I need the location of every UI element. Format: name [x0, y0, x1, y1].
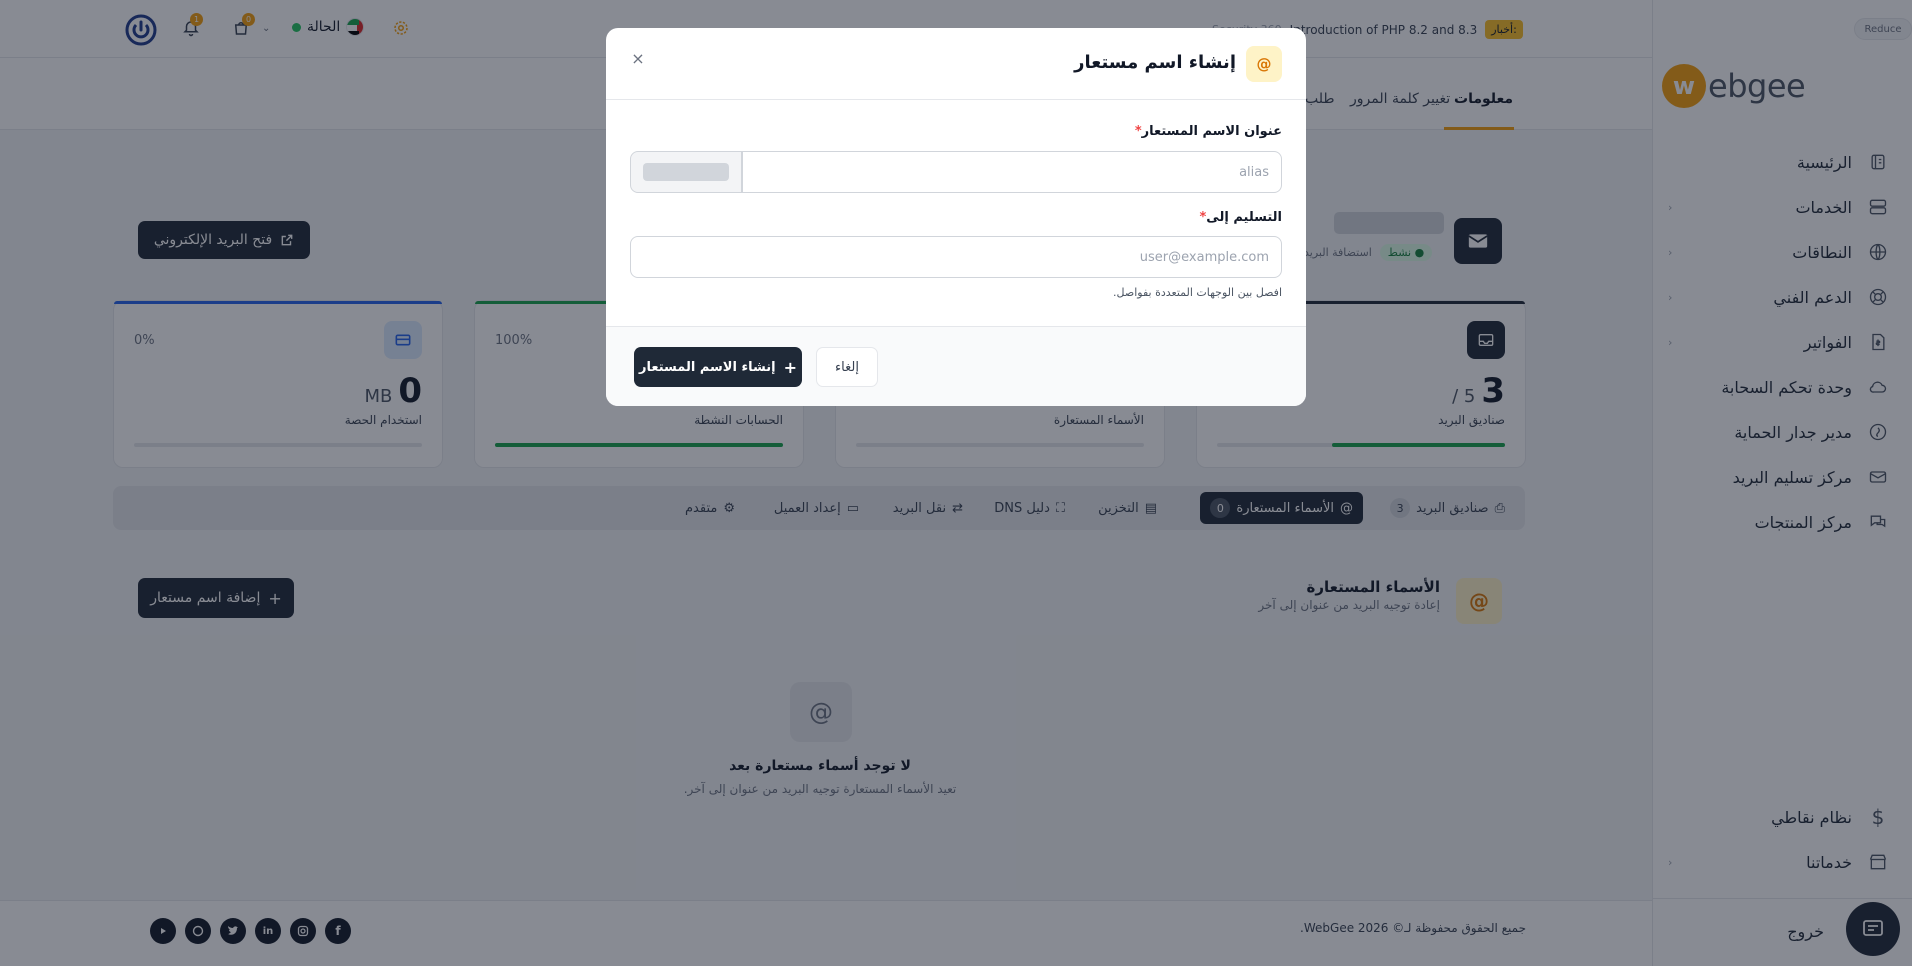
domain-suffix: [630, 151, 742, 193]
at-icon: @: [1246, 46, 1282, 82]
alias-input[interactable]: [742, 151, 1282, 193]
create-alias-button[interactable]: + إنشاء الاسم المستعار: [634, 347, 802, 387]
create-alias-label: إنشاء الاسم المستعار: [639, 359, 776, 375]
deliver-to-label: التسليم إلى*: [1199, 210, 1282, 225]
create-alias-dialog: @ إنشاء اسم مستعار × عنوان الاسم المستعا…: [606, 28, 1306, 406]
dialog-header: @ إنشاء اسم مستعار ×: [606, 28, 1306, 100]
dialog-title: إنشاء اسم مستعار: [1074, 52, 1236, 73]
plus-icon: +: [783, 357, 797, 377]
close-icon[interactable]: ×: [628, 48, 648, 68]
deliver-hint: افصل بين الوجهات المتعددة بفواصل.: [1113, 286, 1282, 299]
alias-field-label: عنوان الاسم المستعار*: [1134, 124, 1282, 139]
cancel-button[interactable]: إلغاء: [816, 347, 878, 387]
dialog-footer: + إنشاء الاسم المستعار إلغاء: [606, 326, 1306, 406]
deliver-to-input[interactable]: [630, 236, 1282, 278]
